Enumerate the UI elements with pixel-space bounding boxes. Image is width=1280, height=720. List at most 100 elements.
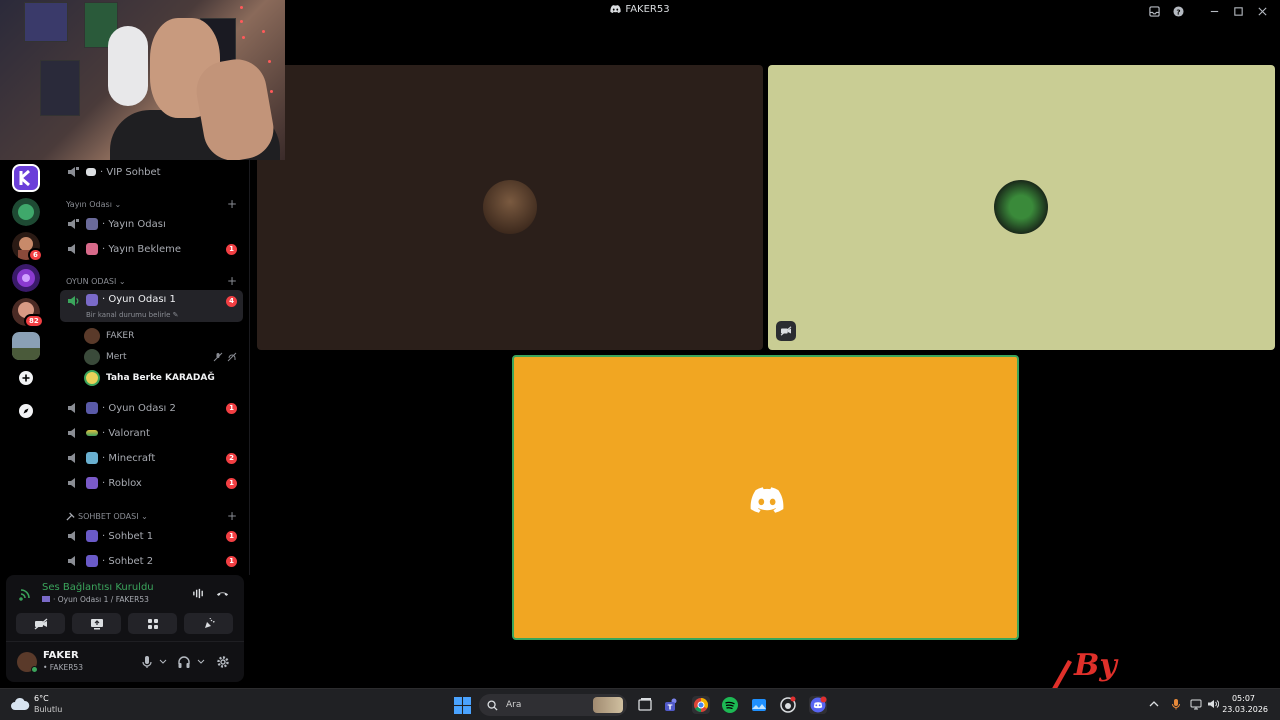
category-sohbet-odasi[interactable]: SOHBET ODASI ⌄ + [66, 509, 237, 523]
category-oyun-odasi[interactable]: OYUN ODASI ⌄ + [66, 274, 237, 288]
category-yayin-odasi[interactable]: Yayın Odası ⌄ + [66, 197, 237, 211]
activities-icon [147, 618, 158, 629]
channel-oyun-odasi-2[interactable]: · Oyun Odası 2 1 [60, 396, 243, 420]
activities-button[interactable] [128, 613, 177, 634]
spotify-icon[interactable] [721, 696, 739, 714]
github-desktop-icon[interactable] [779, 696, 797, 714]
channel-yayin-odasi[interactable]: · Yayın Odası [60, 212, 243, 236]
channel-valorant[interactable]: · Valorant [60, 421, 243, 445]
volume-icon[interactable] [1207, 698, 1219, 710]
video-tile-faker[interactable] [257, 65, 763, 350]
maximize-icon[interactable] [1226, 3, 1250, 19]
search-icon [487, 699, 498, 711]
close-icon[interactable] [1250, 3, 1274, 19]
username[interactable]: FAKER [43, 650, 79, 661]
channel-label: · Sohbet 2 [102, 555, 154, 567]
add-server-button[interactable] [15, 367, 37, 389]
add-channel-icon[interactable]: + [227, 197, 237, 211]
channel-sohbet-1[interactable]: · Sohbet 1 1 [60, 524, 243, 548]
channel-label: · Valorant [102, 427, 150, 439]
channel-status[interactable]: Bir kanal durumu belirle ✎ [86, 311, 179, 319]
alien-emoji-icon [86, 477, 98, 489]
chrome-icon[interactable] [692, 696, 710, 714]
voice-panel: Ses Bağlantısı Kuruldu · Oyun Odası 1 / … [6, 575, 244, 682]
discover-button[interactable] [15, 400, 37, 422]
server-icon-purple[interactable] [12, 264, 40, 292]
voice-status[interactable]: Ses Bağlantısı Kuruldu [42, 582, 154, 593]
video-tile-mert[interactable] [768, 65, 1275, 350]
camera-off-indicator [776, 321, 796, 341]
voice-member[interactable]: Taha Berke KARADAĞ [84, 368, 239, 388]
photos-icon[interactable] [750, 696, 768, 714]
clock-time[interactable]: 05:07 [1232, 694, 1255, 703]
pickaxe-icon [66, 511, 75, 521]
channel-minecraft[interactable]: · Minecraft 2 [60, 446, 243, 470]
headphones-icon[interactable] [177, 655, 191, 669]
weather-temperature[interactable]: 6°C [34, 694, 49, 703]
participant-avatar [994, 180, 1048, 234]
video-tile-taha[interactable] [512, 355, 1019, 640]
avatar [84, 349, 100, 365]
chevron-up-icon[interactable] [1148, 698, 1160, 710]
voice-member[interactable]: Mert [84, 347, 239, 367]
channel-vip-sohbet[interactable]: · VIP Sohbet [60, 160, 243, 184]
windows-start-icon[interactable] [454, 697, 471, 714]
camera-off-icon [780, 326, 792, 336]
inbox-icon[interactable] [1142, 3, 1166, 19]
speaker-icon [68, 556, 75, 566]
channel-oyun-odasi-1[interactable]: · Oyun Odası 1 4 Bir kanal durumu belirl… [60, 290, 243, 322]
help-icon[interactable]: ? [1166, 3, 1190, 19]
channel-sohbet-2[interactable]: · Sohbet 2 1 [60, 549, 243, 573]
task-view-icon[interactable] [636, 696, 654, 714]
chevron-down-icon[interactable] [159, 659, 167, 665]
channel-roblox[interactable]: · Roblox 1 [60, 471, 243, 495]
minecraft-emoji-icon [86, 452, 98, 464]
online-status-icon [31, 666, 38, 673]
speaker-emoji-icon [86, 243, 98, 255]
disconnect-icon[interactable] [216, 587, 229, 600]
network-icon[interactable] [1190, 698, 1202, 710]
clock-date[interactable]: 23.03.2026 [1222, 705, 1268, 714]
channel-label: · Oyun Odası 2 [102, 402, 176, 414]
channel-label: · Oyun Odası 1 [102, 294, 176, 305]
user-count-badge: 2 [226, 452, 237, 464]
channel-label: · Yayın Odası [102, 218, 166, 230]
minimize-icon[interactable] [1202, 3, 1226, 19]
noise-suppression-icon[interactable] [192, 587, 205, 600]
member-name: Taha Berke KARADAĞ [106, 373, 215, 383]
microphone-icon[interactable] [1170, 698, 1182, 710]
add-channel-icon[interactable]: + [227, 274, 237, 288]
channel-label: · VIP Sohbet [100, 166, 161, 178]
chevron-down-icon[interactable] [197, 659, 205, 665]
discord-taskbar-icon[interactable] [809, 696, 827, 714]
screen-share-button[interactable] [72, 613, 121, 634]
window-title-text: FAKER53 [625, 4, 670, 15]
speaker-icon [68, 428, 75, 438]
gear-icon[interactable] [216, 655, 230, 669]
user-count-badge: 1 [226, 530, 237, 542]
server-icon-k[interactable] [12, 164, 40, 192]
channel-yayin-bekleme[interactable]: · Yayın Bekleme 1 [60, 237, 243, 261]
taskbar-search[interactable]: Ara [479, 694, 627, 716]
voice-channel[interactable]: · Oyun Odası 1 / FAKER53 [42, 595, 149, 604]
server-icon-green[interactable] [12, 198, 40, 226]
screen-share-icon [90, 618, 103, 629]
speaker-icon [68, 244, 75, 254]
server-icon-landscape[interactable] [12, 332, 40, 360]
user-subtitle: • FAKER53 [43, 663, 83, 672]
weather-description[interactable]: Bulutlu [34, 705, 62, 714]
add-channel-icon[interactable]: + [227, 509, 237, 523]
valorant-emoji-icon [86, 430, 98, 436]
teams-icon[interactable]: T [662, 696, 680, 714]
signal-icon [19, 589, 30, 601]
search-highlight-image [593, 697, 623, 713]
sparkle-emoji-icon [86, 555, 98, 567]
voice-member[interactable]: FAKER [84, 326, 239, 346]
user-count-badge: 1 [226, 555, 237, 567]
speaker-icon [68, 531, 75, 541]
soundboard-button[interactable] [184, 613, 233, 634]
speaker-icon [68, 478, 75, 488]
discord-logo-icon [750, 487, 784, 513]
microphone-icon[interactable] [141, 655, 153, 669]
camera-off-button[interactable] [16, 613, 65, 634]
